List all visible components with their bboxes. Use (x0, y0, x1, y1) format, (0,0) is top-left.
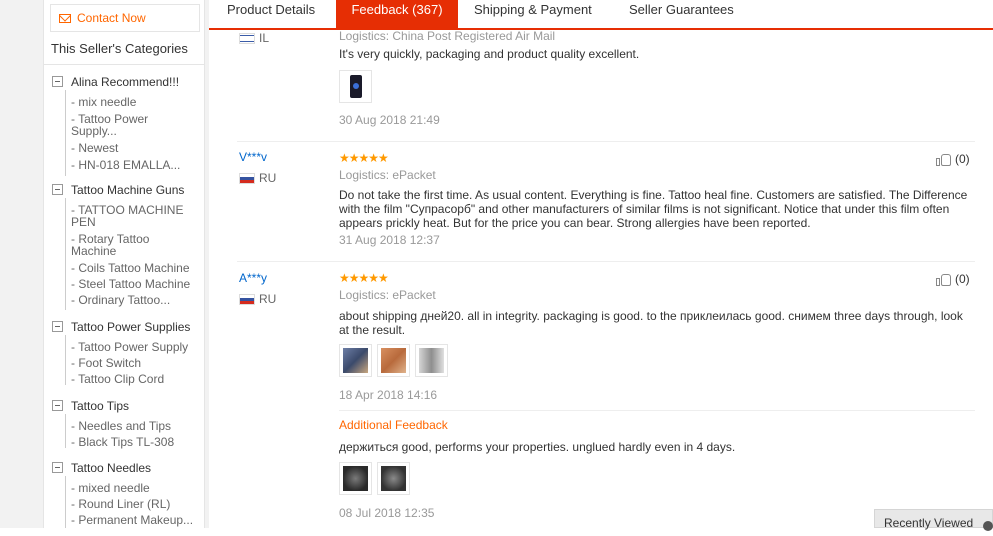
divider (44, 64, 204, 65)
feedback-photo[interactable] (339, 344, 372, 377)
feedback-photo[interactable] (415, 344, 448, 377)
feedback-photo[interactable] (377, 344, 410, 377)
collapse-toggle-icon[interactable] (52, 76, 63, 87)
expand-icon (983, 521, 993, 531)
subcategory-link-cont[interactable]: Machine (71, 245, 190, 257)
category-group: Tattoo Machine Guns - TATTOO MACHINE PEN… (52, 181, 190, 310)
category-link[interactable]: Tattoo Power Supplies (71, 320, 190, 334)
recently-viewed-panel[interactable]: Recently Viewed (874, 509, 993, 531)
additional-feedback-text: держиться good, performs your properties… (339, 440, 736, 454)
category-group: Tattoo Tips - Needles and Tips - Black T… (52, 397, 174, 448)
buyer-country: RU (259, 171, 277, 185)
subcategory-link[interactable]: - Round Liner (RL) (71, 498, 193, 510)
tree-line (65, 414, 66, 448)
photo-content (343, 348, 368, 373)
category-link[interactable]: Tattoo Tips (71, 399, 129, 413)
photo-content (419, 348, 444, 373)
feedback-photo[interactable] (339, 70, 372, 103)
contact-now-label: Contact Now (77, 11, 146, 25)
subcategory-link[interactable]: - Steel Tattoo Machine (71, 278, 190, 290)
feedback-date: 18 Apr 2018 14:16 (339, 388, 438, 402)
seller-sidebar: Contact Now This Seller's Categories Ali… (43, 0, 205, 528)
subcategory-link[interactable]: - Tattoo Clip Cord (71, 373, 190, 385)
subcategory-link[interactable]: - Foot Switch (71, 357, 190, 369)
buyer-name[interactable]: V***v (239, 150, 267, 164)
buyer-name[interactable]: A***y (239, 271, 267, 285)
helpful-button[interactable]: (0) (936, 152, 970, 166)
feedback-date: 08 Jul 2018 12:35 (339, 506, 435, 520)
feedback-photo[interactable] (377, 462, 410, 495)
feedback-photo[interactable] (339, 462, 372, 495)
collapse-toggle-icon[interactable] (52, 462, 63, 473)
category-group: Tattoo Power Supplies - Tattoo Power Sup… (52, 318, 190, 385)
buyer-country: RU (259, 292, 277, 306)
subcategory-link-cont[interactable]: PEN (71, 216, 190, 228)
subcategory-link[interactable]: - mixed needle (71, 482, 193, 494)
star-rating: ★★★★★ (339, 151, 389, 165)
feedback-separator (339, 410, 975, 411)
star-rating: ★★★★★ (339, 271, 389, 285)
category-link[interactable]: Tattoo Needles (71, 461, 151, 475)
photo-content (343, 466, 368, 491)
logistics-info: Logistics: ePacket (339, 168, 436, 182)
tab-product-details[interactable]: Product Details (227, 0, 315, 28)
subcategory-link[interactable]: - Newest (71, 142, 180, 154)
product-tabs: Product Details Feedback (367) Shipping … (209, 0, 993, 30)
feedback-date: 30 Aug 2018 21:49 (339, 113, 440, 127)
category-group: Alina Recommend!!! - mix needle - Tattoo… (52, 73, 180, 176)
tab-feedback[interactable]: Feedback (367) (336, 0, 458, 28)
feedback-separator (237, 261, 975, 262)
tree-line (65, 335, 66, 385)
subcategory-link[interactable]: - Tattoo Power Supply (71, 341, 190, 353)
flag-russia-icon (239, 294, 255, 305)
photo-detail (353, 83, 359, 89)
tree-line (65, 90, 66, 176)
helpful-count: (0) (955, 272, 970, 286)
logistics-info: Logistics: China Post Registered Air Mai… (339, 29, 556, 43)
categories-title: This Seller's Categories (51, 41, 188, 56)
feedback-text: Do not take the first time. As usual con… (339, 188, 968, 230)
collapse-toggle-icon[interactable] (52, 400, 63, 411)
subcategory-link[interactable]: - Coils Tattoo Machine (71, 262, 190, 274)
category-link[interactable]: Alina Recommend!!! (71, 75, 179, 89)
feedback-text: It's very quickly, packaging and product… (339, 47, 640, 61)
helpful-count: (0) (955, 152, 970, 166)
subcategory-link[interactable]: - mix needle (71, 96, 180, 108)
flag-russia-icon (239, 173, 255, 184)
thumbs-up-icon (936, 153, 952, 166)
subcategory-link[interactable]: - Ordinary Tattoo... (71, 294, 190, 306)
thumbs-up-icon (936, 273, 952, 286)
logistics-info: Logistics: ePacket (339, 288, 436, 302)
subcategory-link[interactable]: - Needles and Tips (71, 420, 174, 432)
feedback-separator (237, 141, 975, 142)
tab-shipping-payment[interactable]: Shipping & Payment (474, 0, 592, 28)
category-link[interactable]: Tattoo Machine Guns (71, 183, 184, 197)
subcategory-link[interactable]: - Permanent Makeup... (71, 514, 193, 526)
collapse-toggle-icon[interactable] (52, 184, 63, 195)
feedback-date: 31 Aug 2018 12:37 (339, 233, 440, 247)
flag-israel-icon (239, 33, 255, 44)
tree-line (65, 198, 66, 310)
photo-content (381, 466, 406, 491)
additional-feedback-label: Additional Feedback (339, 418, 448, 432)
helpful-button[interactable]: (0) (936, 272, 970, 286)
photo-content (381, 348, 406, 373)
feedback-text: about shipping дней20. all in integrity.… (339, 309, 963, 337)
tree-line (65, 476, 66, 528)
subcategory-link[interactable]: - HN-018 EMALLA... (71, 159, 180, 171)
category-group: Tattoo Needles - mixed needle - Round Li… (52, 459, 193, 528)
subcategory-link[interactable]: - Black Tips TL-308 (71, 436, 174, 448)
contact-now-button[interactable]: Contact Now (50, 4, 200, 32)
collapse-toggle-icon[interactable] (52, 321, 63, 332)
mail-icon (59, 13, 71, 23)
buyer-country: IL (259, 31, 270, 45)
tab-seller-guarantees[interactable]: Seller Guarantees (629, 0, 734, 28)
subcategory-link-cont[interactable]: Supply... (71, 125, 180, 137)
